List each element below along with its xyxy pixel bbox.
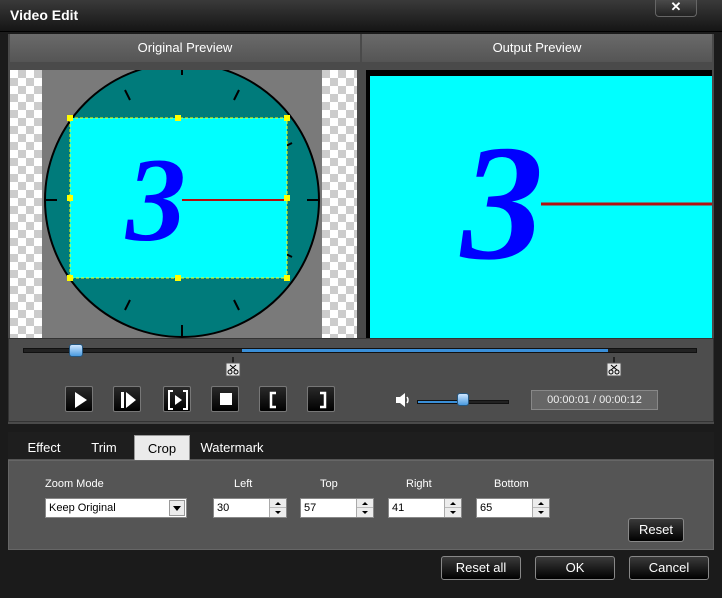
original-preview-canvas: 3	[42, 62, 322, 368]
title-bar: Video Edit ✕	[0, 0, 722, 32]
playback-controls: 00:00:01 / 00:00:12	[9, 379, 713, 421]
bottom-stepper[interactable]	[532, 499, 549, 517]
right-label: Right	[406, 478, 432, 490]
seek-bar[interactable]	[23, 348, 697, 353]
seek-thumb[interactable]	[69, 344, 83, 357]
set-end-button[interactable]	[307, 386, 335, 412]
decrement-icon[interactable]	[357, 508, 373, 517]
left-stepper[interactable]	[269, 499, 286, 517]
increment-icon[interactable]	[270, 499, 286, 508]
play-button[interactable]	[65, 386, 93, 412]
set-start-button[interactable]	[259, 386, 287, 412]
right-field[interactable]: 41	[388, 498, 462, 518]
top-value: 57	[304, 502, 317, 514]
zoom-mode-value: Keep Original	[49, 502, 116, 514]
zoom-mode-label: Zoom Mode	[45, 478, 104, 490]
top-stepper[interactable]	[356, 499, 373, 517]
preview-range-button[interactable]	[163, 386, 191, 412]
stop-button[interactable]	[211, 386, 239, 412]
cancel-button[interactable]: Cancel	[629, 556, 709, 580]
tab-watermark[interactable]: Watermark	[198, 435, 266, 460]
edit-tabs: Effect Trim Crop Watermark	[8, 432, 714, 460]
decrement-icon[interactable]	[270, 508, 286, 517]
decrement-icon[interactable]	[445, 508, 461, 517]
left-label: Left	[234, 478, 253, 490]
playback-panel: 00:00:01 / 00:00:12	[8, 338, 714, 422]
output-countdown-digit: 3	[459, 111, 544, 294]
left-field[interactable]: 30	[213, 498, 287, 518]
left-value: 30	[217, 502, 230, 514]
increment-icon[interactable]	[533, 499, 549, 508]
increment-icon[interactable]	[357, 499, 373, 508]
decrement-icon[interactable]	[533, 508, 549, 517]
bottom-value: 65	[480, 502, 493, 514]
time-readout: 00:00:01 / 00:00:12	[531, 390, 658, 410]
right-value: 41	[392, 502, 405, 514]
trim-start-scissors-icon[interactable]	[225, 357, 241, 377]
reset-all-button[interactable]: Reset all	[441, 556, 521, 580]
stop-icon	[220, 393, 232, 405]
output-preview-header: Output Preview	[362, 34, 712, 62]
close-button[interactable]: ✕	[655, 0, 697, 17]
original-preview-header: Original Preview	[10, 34, 360, 62]
trim-range	[242, 349, 608, 352]
top-field[interactable]: 57	[300, 498, 374, 518]
original-preview[interactable]: 3	[10, 62, 357, 368]
increment-icon[interactable]	[445, 499, 461, 508]
bottom-field[interactable]: 65	[476, 498, 550, 518]
bracket-left-icon	[269, 391, 276, 409]
right-stepper[interactable]	[444, 499, 461, 517]
ok-button[interactable]: OK	[535, 556, 615, 580]
volume-thumb[interactable]	[457, 393, 469, 406]
zoom-mode-select[interactable]: Keep Original	[45, 498, 187, 518]
chevron-down-icon	[169, 500, 185, 516]
preview-range-icon	[168, 390, 188, 410]
window-title: Video Edit	[10, 7, 79, 23]
close-icon: ✕	[670, 0, 682, 14]
volume-icon[interactable]	[395, 392, 413, 408]
output-preview-canvas: 3	[370, 76, 712, 362]
crop-panel: Zoom Mode Keep Original Left 30 Top 57 R…	[8, 460, 714, 550]
bracket-right-icon	[320, 391, 327, 409]
tab-trim[interactable]: Trim	[78, 435, 130, 460]
trim-end-scissors-icon[interactable]	[606, 357, 622, 377]
output-preview: 3	[366, 70, 712, 368]
bottom-label: Bottom	[494, 478, 529, 490]
next-frame-icon	[121, 392, 136, 408]
play-icon	[75, 392, 87, 408]
next-frame-button[interactable]	[113, 386, 141, 412]
crop-reset-button[interactable]: Reset	[628, 518, 684, 542]
top-label: Top	[320, 478, 338, 490]
tab-effect[interactable]: Effect	[18, 435, 70, 460]
countdown-digit: 3	[125, 133, 186, 266]
tab-crop[interactable]: Crop	[134, 435, 190, 460]
